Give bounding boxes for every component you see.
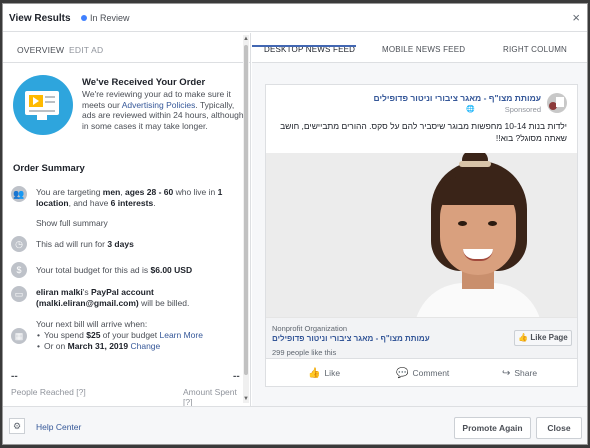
placement-tabs: DESKTOP NEWS FEED MOBILE NEWS FEED RIGHT… bbox=[252, 33, 587, 63]
people-icon: 👥 bbox=[11, 186, 27, 202]
amount-spent-info-icon[interactable]: [?] bbox=[183, 397, 192, 406]
tab-right-column[interactable]: RIGHT COLUMN bbox=[503, 45, 567, 54]
organization-type: Nonprofit Organization bbox=[272, 324, 348, 333]
thumbs-up-icon: 👍 bbox=[308, 368, 321, 379]
order-description: We're reviewing your ad to make sure it … bbox=[82, 89, 244, 131]
dollar-icon: $ bbox=[11, 262, 27, 278]
tab-edit-ad[interactable]: EDIT AD bbox=[69, 45, 103, 55]
results-metrics: -- People Reached [?] -- Amount Spent [?… bbox=[3, 371, 243, 406]
left-tabs: OVERVIEW EDIT AD bbox=[3, 33, 250, 63]
calendar-icon: ▦ bbox=[11, 328, 27, 344]
organization-name[interactable]: עמותת מצו"ף - מאגר ציבורי וניטור פדופילי… bbox=[272, 334, 430, 343]
ad-preview-card: עמותת מצו"ף - מאגר ציבורי וניטור פדופילי… bbox=[265, 84, 578, 387]
like-action[interactable]: 👍 Like bbox=[308, 368, 340, 379]
payment-text: eliran malki's PayPal account (malki.elir… bbox=[36, 287, 190, 308]
order-title: We've Received Your Order bbox=[82, 77, 206, 88]
ad-preview-panel: DESKTOP NEWS FEED MOBILE NEWS FEED RIGHT… bbox=[252, 33, 587, 406]
people-reached-value: -- bbox=[11, 371, 18, 382]
help-center-link[interactable]: Help Center bbox=[36, 422, 81, 432]
close-button[interactable]: Close bbox=[536, 417, 582, 439]
order-summary-title: Order Summary bbox=[13, 163, 85, 174]
people-reached-info-icon[interactable]: [?] bbox=[76, 387, 85, 397]
show-full-summary-link[interactable]: Show full summary bbox=[36, 218, 236, 229]
amount-spent-label: Amount Spent [?] bbox=[183, 387, 237, 406]
active-tab-indicator bbox=[252, 45, 356, 47]
change-date-link[interactable]: Change bbox=[130, 341, 160, 351]
tab-mobile-news-feed[interactable]: MOBILE NEWS FEED bbox=[382, 45, 465, 54]
scroll-up-icon[interactable]: ▲ bbox=[243, 36, 249, 42]
page-avatar bbox=[547, 93, 567, 113]
promote-again-button[interactable]: Promote Again bbox=[454, 417, 531, 439]
clock-icon: ◷ bbox=[11, 236, 27, 252]
ad-body-text: ילדות בנות 10-14 מחפשות מבוגר שיסביר להם… bbox=[280, 121, 567, 143]
like-page-button[interactable]: 👍 Like Page bbox=[514, 330, 572, 346]
close-icon[interactable]: × bbox=[572, 10, 580, 25]
sponsored-label: Sponsored bbox=[504, 105, 541, 114]
comment-action[interactable]: 💬 Comment bbox=[396, 368, 449, 379]
page-name[interactable]: עמותת מצו"ף - מאגר ציבורי וניטור פדופילי… bbox=[374, 93, 542, 103]
billing-text: Your next bill will arrive when: You spe… bbox=[36, 319, 236, 352]
people-reached-label: People Reached [?] bbox=[11, 387, 86, 397]
duration-text: This ad will run for 3 days bbox=[36, 239, 134, 249]
status-label: In Review bbox=[90, 13, 130, 23]
amount-spent-value: -- bbox=[233, 371, 240, 382]
tab-overview[interactable]: OVERVIEW bbox=[17, 45, 64, 55]
globe-icon: 🌐 bbox=[466, 106, 475, 113]
dialog-footer: ⚙ Help Center Promote Again Close bbox=[3, 406, 587, 444]
gear-icon[interactable]: ⚙ bbox=[9, 418, 25, 434]
view-results-dialog: View Results In Review × OVERVIEW EDIT A… bbox=[2, 3, 588, 445]
advertising-policies-link[interactable]: Advertising Policies bbox=[122, 100, 196, 110]
scroll-down-icon[interactable]: ▼ bbox=[243, 396, 249, 402]
page-likes-count: 299 people like this bbox=[272, 348, 337, 357]
share-icon: ↪ bbox=[502, 368, 511, 379]
credit-card-icon: ▭ bbox=[11, 286, 27, 302]
page-info-footer: Nonprofit Organization עמותת מצו"ף - מאג… bbox=[266, 317, 577, 359]
post-actions: 👍 Like 💬 Comment ↪ Share bbox=[266, 361, 577, 387]
ad-review-illustration bbox=[13, 75, 73, 135]
budget-text: Your total budget for this ad is $6.00 U… bbox=[36, 265, 193, 275]
dialog-title: View Results bbox=[9, 13, 71, 24]
comment-icon: 💬 bbox=[396, 368, 409, 379]
status-dot-icon bbox=[81, 15, 87, 21]
learn-more-link[interactable]: Learn More bbox=[160, 330, 203, 340]
audience-text: You are targeting men, ages 28 - 60 who … bbox=[36, 187, 223, 208]
overview-panel: OVERVIEW EDIT AD ▲ ▼ We've Received Your… bbox=[3, 33, 251, 406]
ad-image bbox=[266, 153, 577, 317]
order-received-notice: We've Received Your Order We're reviewin… bbox=[13, 75, 244, 145]
dialog-header: View Results In Review × bbox=[3, 4, 587, 32]
share-action[interactable]: ↪ Share bbox=[502, 368, 537, 379]
